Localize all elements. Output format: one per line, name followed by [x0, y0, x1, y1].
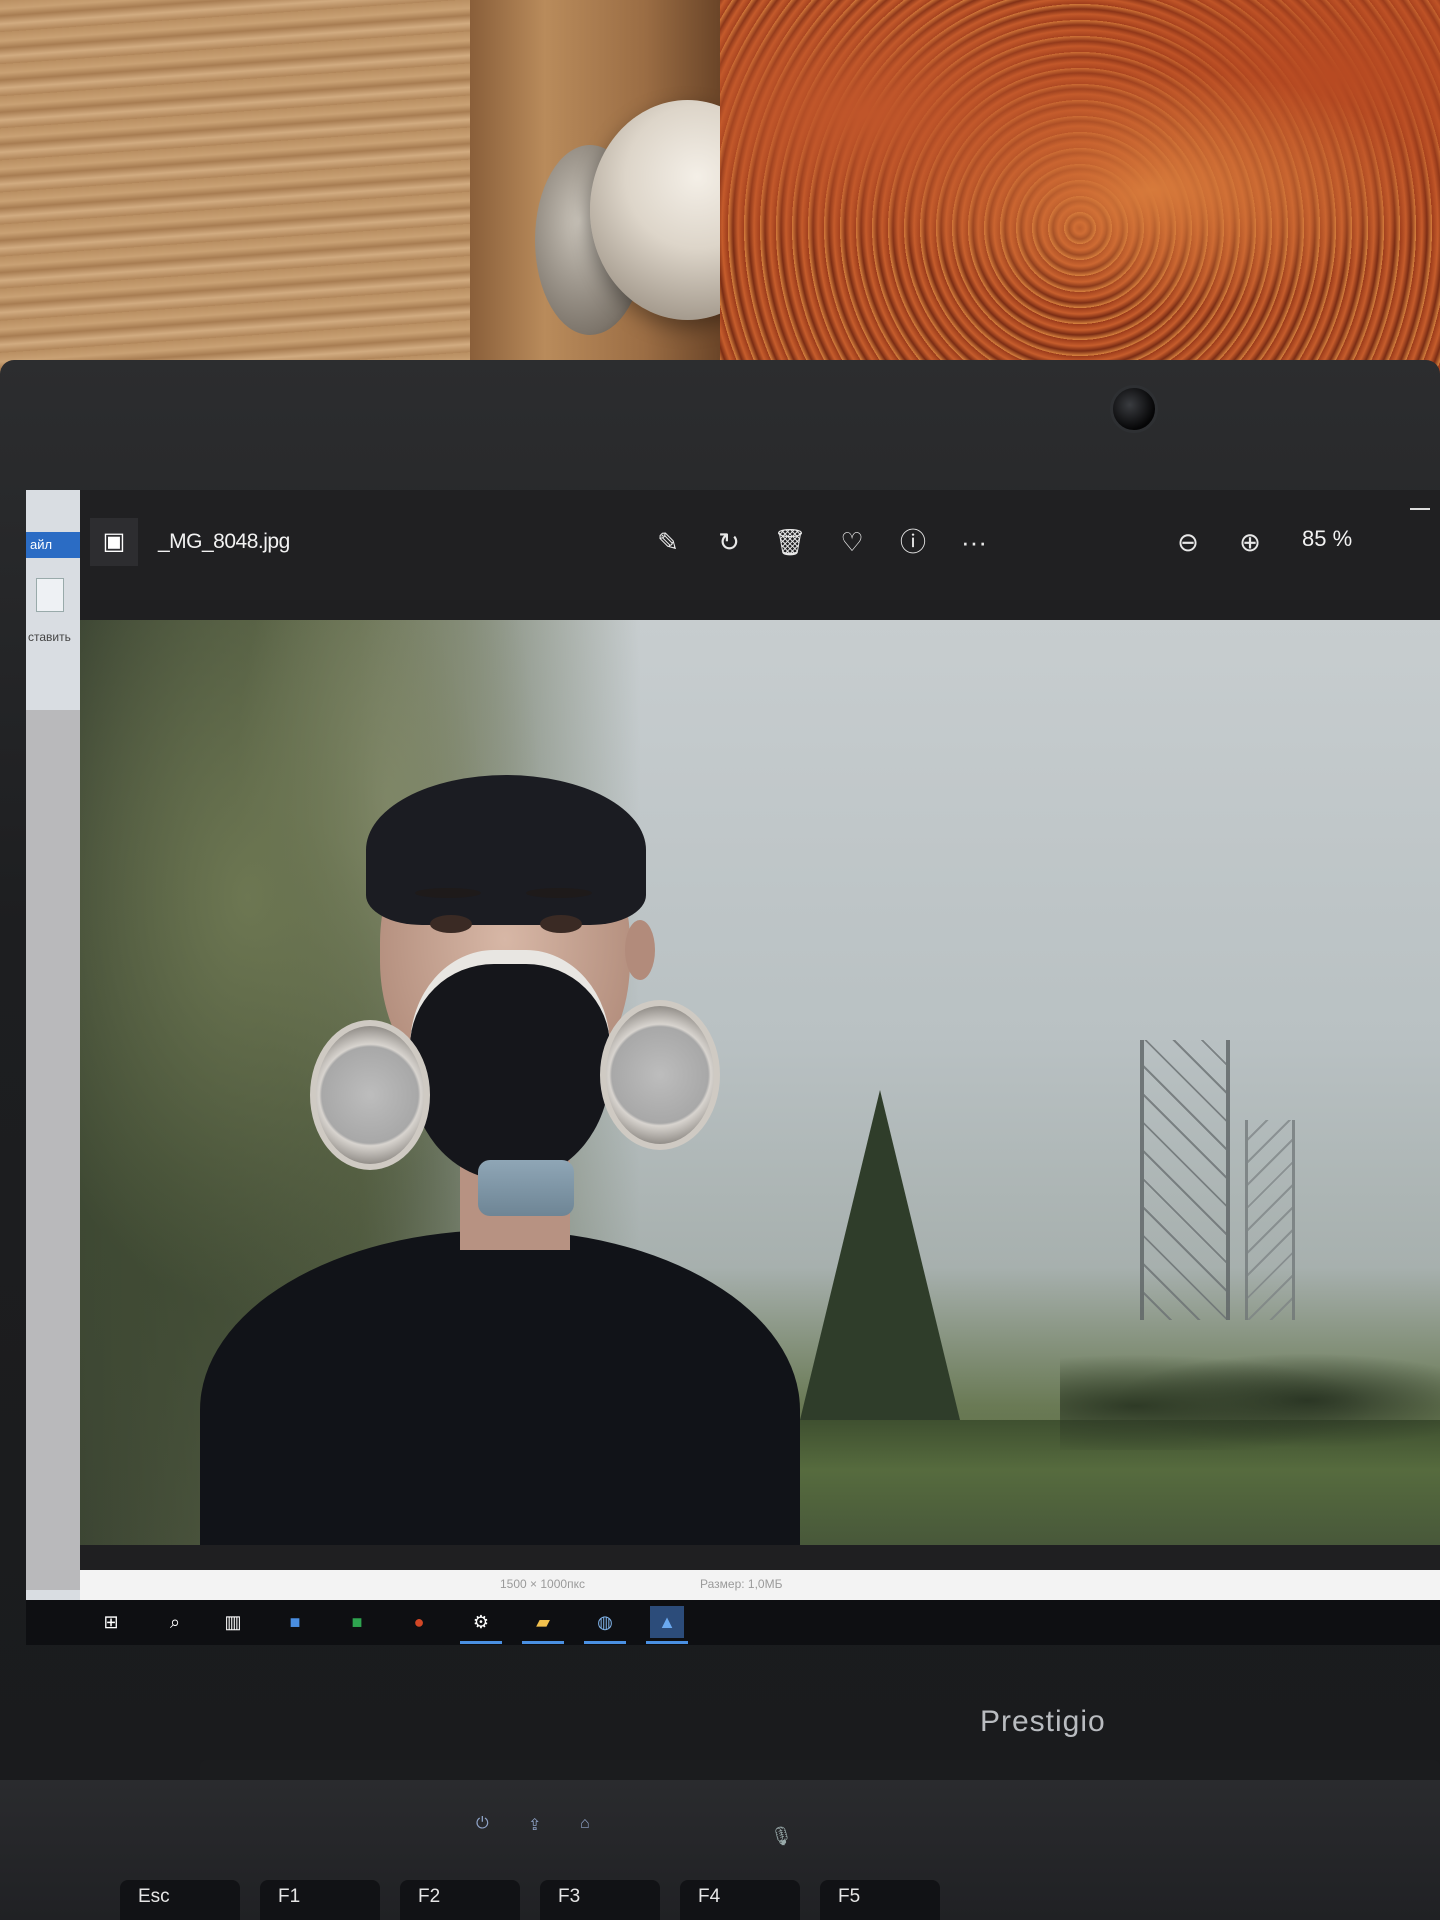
photos-app-icon[interactable]: ▣ — [90, 518, 138, 566]
photos-icon[interactable]: ▲ — [646, 1606, 688, 1644]
webcam — [1110, 385, 1158, 433]
status-bar: 1500 × 1000пкс Размер: 1,0МБ — [80, 1570, 1440, 1600]
file-tab[interactable]: айл — [26, 532, 80, 558]
file-size: Размер: 1,0МБ — [700, 1577, 783, 1591]
taskbar: ⊞ ⌕ ▥ ■ ■ ● ⚙ ▰ ◍ ▲ — [26, 1600, 1440, 1645]
laptop-brand-logo: Prestigio — [980, 1705, 1106, 1738]
mine-headframe — [1140, 1040, 1230, 1320]
key-esc[interactable]: Esc — [120, 1880, 240, 1920]
key-f1[interactable]: F1 — [260, 1880, 380, 1920]
room-background — [0, 0, 1440, 380]
num-led-icon: ⌂ — [580, 1815, 590, 1832]
right-eyebrow — [526, 888, 592, 898]
wooden-cabinet — [0, 0, 500, 380]
zoom-level[interactable]: 85 % — [1302, 526, 1352, 552]
left-filter-cartridge — [310, 1020, 430, 1170]
caps-led-icon: ⇪ — [528, 1817, 542, 1834]
key-f2[interactable]: F2 — [400, 1880, 520, 1920]
power-led-icon: ⏻ — [476, 1815, 489, 1832]
key-f5[interactable]: F5 — [820, 1880, 940, 1920]
info-icon[interactable]: ⓘ — [891, 520, 935, 564]
left-eyebrow — [415, 888, 481, 898]
more-icon[interactable]: ··· — [952, 520, 996, 564]
clipboard-icon[interactable] — [36, 578, 64, 612]
mine-headframe-small — [1245, 1120, 1295, 1320]
rotate-icon[interactable]: ↻ — [707, 520, 751, 564]
file-name: _MG_8048.jpg — [158, 530, 290, 553]
search-icon[interactable]: ⌕ — [158, 1606, 192, 1638]
paste-label: ставить — [28, 630, 71, 644]
word-icon[interactable]: ■ — [278, 1606, 312, 1638]
window-canvas — [26, 710, 80, 1590]
displayed-photo[interactable] — [80, 620, 1440, 1545]
browser-icon[interactable]: ◍ — [584, 1606, 626, 1644]
powerpoint-icon[interactable]: ● — [402, 1606, 436, 1638]
bushes — [1060, 1340, 1440, 1450]
background-window[interactable]: айл ставить — [26, 490, 80, 1600]
laptop-screen: айл ставить ▣ _MG_8048.jpg ✎ ↻ 🗑 ♡ ⓘ ···… — [26, 490, 1440, 1645]
photos-titlebar: ▣ _MG_8048.jpg ✎ ↻ 🗑 ♡ ⓘ ··· ⊖ ⊕ 85 % — [80, 490, 1440, 600]
zoom-out-icon[interactable]: ⊖ — [1166, 520, 1210, 564]
short-hair — [366, 775, 646, 925]
ear — [625, 920, 655, 980]
settings-icon[interactable]: ⚙ — [460, 1606, 502, 1644]
photos-app-window: ▣ _MG_8048.jpg ✎ ↻ 🗑 ♡ ⓘ ··· ⊖ ⊕ 85 % 15… — [80, 490, 1440, 1600]
zoom-in-icon[interactable]: ⊕ — [1228, 520, 1272, 564]
key-f3[interactable]: F3 — [540, 1880, 660, 1920]
right-filter-cartridge — [600, 1000, 720, 1150]
active-indicator — [646, 1641, 688, 1644]
image-dimensions: 1500 × 1000пкс — [500, 1577, 585, 1591]
exhalation-valve — [478, 1160, 574, 1216]
task-view-icon[interactable]: ▥ — [216, 1606, 250, 1638]
active-indicator — [522, 1641, 564, 1644]
favorite-icon[interactable]: ♡ — [830, 520, 874, 564]
windows-icon[interactable]: ⊞ — [94, 1606, 128, 1638]
red-curly-hair — [720, 0, 1440, 380]
left-eye — [430, 915, 472, 933]
key-f4[interactable]: F4 — [680, 1880, 800, 1920]
fir-tree — [800, 1090, 960, 1420]
delete-icon[interactable]: 🗑 — [768, 520, 812, 564]
active-indicator — [460, 1641, 502, 1644]
right-eye — [540, 915, 582, 933]
explorer-icon[interactable]: ▰ — [522, 1606, 564, 1644]
excel-icon[interactable]: ■ — [340, 1606, 374, 1638]
respirator-mask — [410, 950, 610, 1180]
minimize-button[interactable] — [1410, 508, 1430, 510]
edit-icon[interactable]: ✎ — [646, 520, 690, 564]
microphone-icon: 🎙 — [770, 1826, 793, 1846]
active-indicator — [584, 1641, 626, 1644]
